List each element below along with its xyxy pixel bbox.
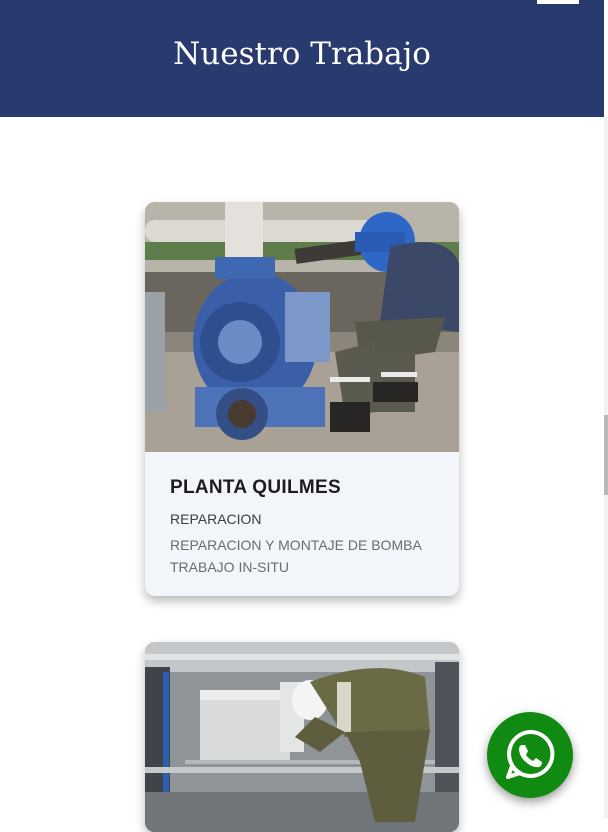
page-title: Nuestro Trabajo	[173, 36, 431, 72]
scrollbar[interactable]	[604, 117, 608, 818]
project-card[interactable]: PLANTA QUILMES REPARACION REPARACION Y M…	[145, 202, 459, 596]
card-category: REPARACION	[170, 511, 262, 527]
card-description: REPARACION Y MONTAJE DE BOMBA TRABAJO IN…	[170, 534, 422, 578]
card-title: PLANTA QUILMES	[170, 477, 341, 498]
project-photo-machine	[145, 642, 459, 832]
project-card[interactable]	[145, 642, 459, 832]
scrollbar-thumb[interactable]	[604, 415, 608, 495]
menu-icon[interactable]	[537, 0, 579, 4]
whatsapp-icon	[506, 729, 555, 779]
page-header: Nuestro Trabajo	[0, 0, 604, 117]
card-description-line: TRABAJO IN-SITU	[170, 559, 290, 575]
project-photo-pump	[145, 202, 459, 452]
card-description-line: REPARACION Y MONTAJE DE BOMBA	[170, 537, 422, 553]
whatsapp-button[interactable]	[487, 712, 573, 798]
